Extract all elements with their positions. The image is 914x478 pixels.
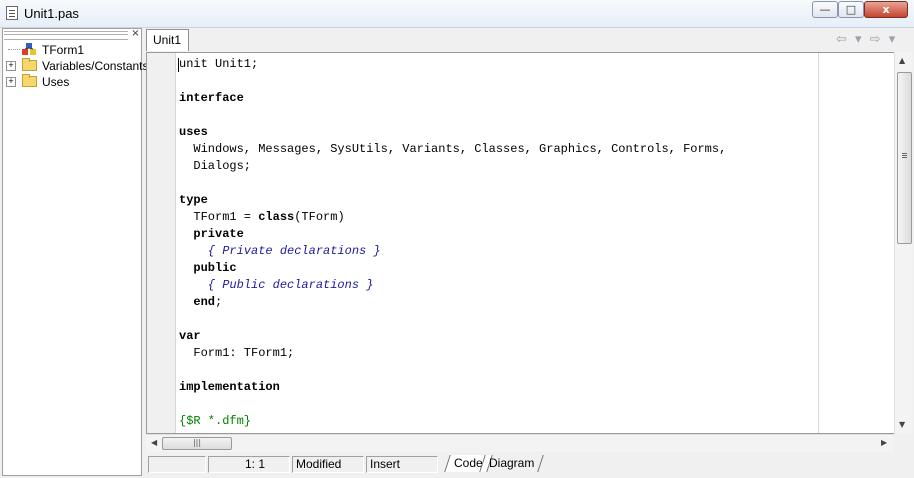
code-token: private [179, 227, 244, 241]
tab-diagram[interactable]: Diagram [479, 455, 545, 472]
scroll-left-icon[interactable]: ◀ [151, 438, 157, 447]
code-line: implementation [179, 379, 726, 396]
code-line: var [179, 328, 726, 345]
code-token: end [179, 295, 216, 309]
horizontal-scroll-thumb[interactable]: ||| [162, 437, 232, 450]
editor-tab-strip [146, 28, 912, 52]
code-line: interface [179, 90, 726, 107]
close-button[interactable]: x [864, 1, 908, 18]
tree-item-label: Uses [42, 75, 70, 89]
code-line: type [179, 192, 726, 209]
code-line: private [179, 226, 726, 243]
code-token: ; [215, 295, 223, 309]
tree-item-label: Variables/Constants [42, 59, 149, 73]
panel-grip-handle[interactable] [4, 31, 128, 40]
modified-indicator: Modified [292, 456, 364, 473]
code-line: TForm1 = class(TForm) [179, 209, 726, 226]
horizontal-scrollbar[interactable]: ◀ ||| ▶ [146, 434, 894, 452]
code-token: { Private declarations } [179, 244, 381, 258]
right-margin-line [818, 53, 819, 433]
scroll-down-icon[interactable]: ▼ [899, 420, 905, 429]
code-line: unit Unit1; [179, 56, 726, 73]
code-line: public [179, 260, 726, 277]
document-icon [6, 6, 18, 20]
code-token: Windows, Messages, SysUtils, Variants, C… [179, 142, 727, 156]
code-line: Windows, Messages, SysUtils, Variants, C… [179, 141, 726, 158]
code-token: interface [179, 91, 244, 105]
vertical-scrollbar[interactable]: ▲ ▼ [894, 52, 913, 434]
code-token: class [258, 210, 295, 224]
navigation-arrows[interactable]: ⇦ ▾ ⇨ ▾ [836, 32, 897, 47]
code-line: Form1: TForm1; [179, 345, 726, 362]
code-line: uses [179, 124, 726, 141]
code-token: Form1: TForm1; [179, 346, 295, 360]
expand-plus-icon[interactable]: + [6, 77, 16, 87]
source-code: unit Unit1; interface uses Windows, Mess… [179, 56, 726, 430]
code-line: end; [179, 294, 726, 311]
code-line: { Public declarations } [179, 277, 726, 294]
minimize-button[interactable]: — [812, 1, 838, 18]
code-token: uses [179, 125, 208, 139]
code-token: unit Unit1; [179, 57, 259, 71]
status-panel-empty [148, 456, 206, 473]
maximize-button[interactable]: □ [838, 1, 864, 18]
code-token: public [179, 261, 237, 275]
tree-item-label: TForm1 [42, 43, 84, 57]
window-title: Unit1.pas [24, 6, 79, 21]
tab-unit1[interactable]: Unit1 [146, 29, 189, 51]
structure-tree-panel [2, 28, 142, 476]
vertical-scroll-thumb[interactable] [897, 72, 912, 244]
code-editor[interactable]: unit Unit1; interface uses Windows, Mess… [146, 52, 894, 434]
code-token: implementation [179, 380, 280, 394]
panel-close-icon[interactable]: × [130, 29, 141, 40]
code-token: { Public declarations } [179, 278, 374, 292]
folder-icon [22, 58, 37, 71]
folder-icon [22, 74, 37, 87]
form-icon [22, 43, 36, 55]
code-token: TForm1 = [179, 210, 259, 224]
code-token: Dialogs; [179, 159, 252, 173]
code-token: (TForm) [294, 210, 345, 224]
code-line: Dialogs; [179, 158, 726, 175]
title-bar: Unit1.pas — □ x [0, 0, 914, 28]
code-token: type [179, 193, 208, 207]
code-line: {$R *.dfm} [179, 413, 726, 430]
tree-connector [8, 49, 20, 50]
expand-plus-icon[interactable]: + [6, 61, 16, 71]
scroll-up-icon[interactable]: ▲ [899, 56, 905, 65]
code-token: var [179, 329, 201, 343]
editor-gutter [147, 53, 176, 433]
insert-mode-indicator: Insert [366, 456, 438, 473]
scroll-right-icon[interactable]: ▶ [881, 438, 887, 447]
code-token: {$R *.dfm} [179, 414, 252, 428]
cursor-position: 1: 1 [208, 456, 290, 473]
code-line: { Private declarations } [179, 243, 726, 260]
